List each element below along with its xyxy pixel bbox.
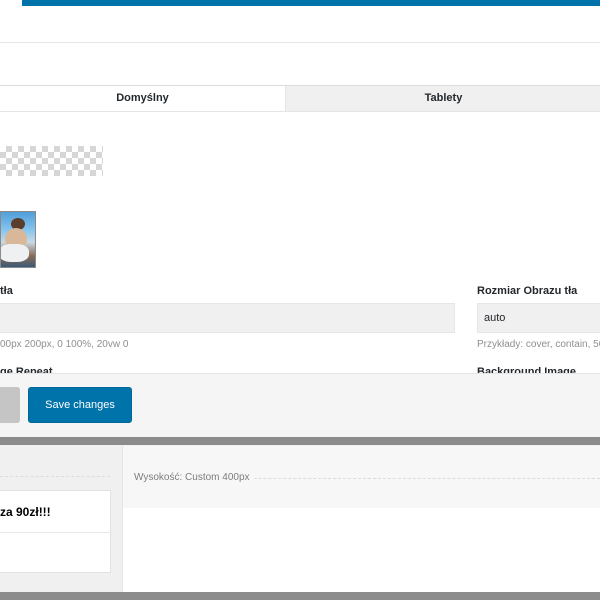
preview-card-title: za 90zł!!! [0,505,51,519]
top-accent-bar [22,0,600,6]
column-divider [0,476,110,477]
divider [0,42,600,43]
tab-tablets[interactable]: Tablety [285,86,600,111]
device-tabs: Domyślny Tablety [0,85,600,112]
preview-card: za 90zł!!! [0,490,111,573]
background-size-hint: Przykłady: cover, contain, 50% [477,339,600,350]
section-height-label: Wysokość: Custom 400px [134,472,254,483]
separator-band-bottom [0,592,600,600]
tab-default[interactable]: Domyślny [0,86,285,111]
cancel-button[interactable] [0,387,20,423]
background-image-thumbnail[interactable] [0,211,36,268]
separator-band [0,437,600,445]
card-separator [0,532,110,533]
background-size-input[interactable]: auto [477,303,600,333]
section-content [122,508,600,592]
background-size-label: Rozmiar Obrazu tła [477,285,578,297]
save-changes-button[interactable]: Save changes [28,387,132,423]
background-position-input[interactable] [0,303,455,333]
transparent-color-swatch[interactable] [0,146,103,176]
background-position-label: tła [0,285,13,297]
background-position-hint: 00px 200px, 0 100%, 20vw 0 [0,339,129,350]
